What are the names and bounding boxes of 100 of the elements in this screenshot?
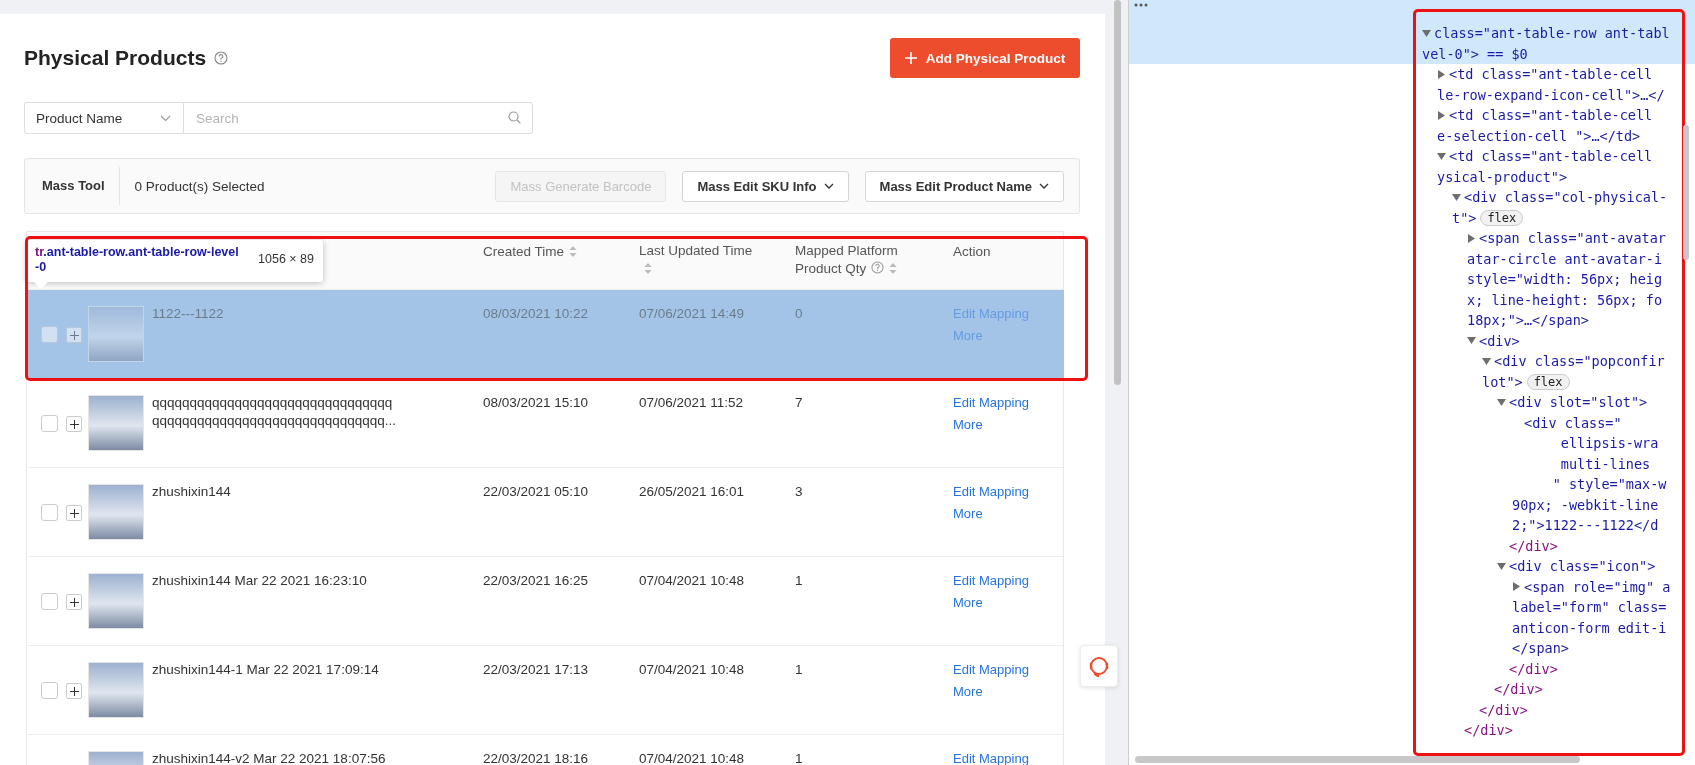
chevron-down-icon (1039, 183, 1049, 189)
table-row[interactable]: zhushixin144 Mar 22 2021 16:23:10 22/03/2021 16:25 07/04/2021 10:48 1 Edit Mapping More (27, 557, 1063, 646)
checkbox[interactable] (41, 415, 58, 432)
mass-action-button[interactable]: Mass Edit SKU Info (682, 170, 849, 202)
action-link[interactable]: More (953, 416, 983, 434)
tree-node[interactable]: <td class="ant-table-cell e-selection-cell ">…</td> (1129, 105, 1695, 146)
code-line: </div> (1509, 536, 1558, 556)
code-line: 90px; -webkit-line (1512, 495, 1659, 515)
code-line: multi-lines (1559, 454, 1651, 474)
search-field[interactable]: Search (184, 102, 533, 134)
product-name: zhushixin144 Mar 22 2021 16:23:10 (152, 572, 368, 590)
checkbox[interactable] (41, 682, 58, 699)
element-size: 1056 × 89 (258, 252, 314, 266)
table-cell-text: 07/04/2021 10:48 (639, 661, 746, 679)
collapsed-triangle-icon[interactable] (1437, 110, 1446, 120)
tree-node[interactable]: <td class="ant-table-cell ysical-product"> (1129, 146, 1695, 187)
action-link[interactable]: More (953, 594, 983, 612)
expanded-triangle-icon[interactable] (1497, 561, 1506, 571)
product-name: zhushixin144-v2 Mar 22 2021 18:07:56 (152, 750, 387, 765)
filter-dropdown[interactable]: Product Name (24, 102, 184, 134)
table-cell-text: 07/06/2021 14:49 (639, 305, 746, 323)
code-line: 2;">1122---1122</d (1512, 516, 1659, 535)
code-line: " style="max-w (1551, 475, 1667, 494)
expand-row-button[interactable] (66, 594, 82, 610)
table-row[interactable]: zhushixin144 22/03/2021 05:10 26/05/2021 16:01 3 Edit Mapping More (27, 468, 1063, 557)
action-link[interactable]: More (953, 505, 983, 523)
tree-node[interactable]: </div> (1129, 535, 1695, 556)
plus-icon (69, 330, 79, 340)
code-line: style="width: 56px; heig (1467, 270, 1663, 289)
expanded-triangle-icon[interactable] (1467, 336, 1476, 346)
expand-row-button[interactable] (66, 416, 82, 432)
code-line: <div class="popconfir (1494, 352, 1665, 371)
table-cell-text: 1 (795, 572, 804, 590)
collapsed-triangle-icon[interactable] (1467, 233, 1476, 243)
table-cell-text: 22/03/2021 05:10 (483, 483, 590, 501)
action-link[interactable]: Edit Mapping (953, 661, 1029, 679)
layout-badge[interactable]: flex (1526, 373, 1570, 390)
mass-action-button[interactable]: Mass Edit Product Name (864, 170, 1064, 202)
column-header[interactable]: Last Updated Time (639, 242, 754, 278)
expand-row-button[interactable] (66, 505, 82, 521)
expanded-triangle-icon[interactable] (1497, 397, 1506, 407)
add-physical-product-button[interactable]: Add Physical Product (890, 38, 1080, 78)
tree-node[interactable]: <span class="ant-avatar atar-circle ant-avatar-i style="width: 56px; heig x; line-height: 56px; fo 18px;">…</span> (1129, 228, 1695, 331)
tree-node[interactable]: <span role="img" a label="form" class= anticon-form edit-i </span> (1129, 576, 1695, 659)
code-line: </span> (1512, 639, 1569, 658)
code-line: <div class="col-physical- (1464, 188, 1668, 207)
expanded-triangle-icon[interactable] (1452, 192, 1461, 202)
table-cell-text: 3 (795, 483, 804, 501)
action-link[interactable]: Edit Mapping (953, 750, 1029, 765)
layout-badge[interactable]: flex (1480, 209, 1524, 226)
table-row[interactable]: zhushixin144-v2 Mar 22 2021 18:07:56 22/03/2021 18:16 07/04/2021 10:48 1 Edit Mapping (27, 735, 1063, 765)
tree-node[interactable]: </div> (1129, 720, 1695, 741)
checkbox[interactable] (41, 504, 58, 521)
scrollbar-thumb[interactable] (1683, 125, 1689, 260)
tree-node[interactable]: class="ant-table-row ant-tabl vel-0"> == $0 (1129, 0, 1695, 64)
plus-icon (904, 52, 917, 64)
code-line: 18px;">…</span> (1467, 311, 1589, 330)
checkbox[interactable] (41, 326, 58, 343)
code-line: le-row-expand-icon-cell">…</ (1437, 85, 1665, 105)
tree-node[interactable]: <div slot="slot"> (1129, 392, 1695, 413)
column-header[interactable]: Mapped Platform Product Qty (795, 242, 910, 278)
code-line: x; line-height: 56px; fo (1467, 290, 1663, 310)
help-icon[interactable] (871, 261, 885, 274)
action-link[interactable]: Edit Mapping (953, 572, 1029, 590)
code-line: <div slot="slot"> (1509, 393, 1648, 412)
action-link[interactable]: Edit Mapping (953, 483, 1029, 501)
tree-node[interactable]: </div> (1129, 699, 1695, 720)
collapsed-triangle-icon[interactable] (1437, 69, 1446, 79)
column-header[interactable]: Created Time (483, 243, 578, 261)
code-line: class="ant-table-row ant-tabl (1434, 24, 1670, 43)
tree-node[interactable]: <td class="ant-table-cell le-row-expand-icon-cell">…</ (1129, 64, 1695, 105)
tree-node[interactable]: <div class=" ellipsis-wra multi-lines " style="max-w 90px; -webkit-line 2;">1122---1122</d (1129, 412, 1695, 536)
expanded-triangle-icon[interactable] (1482, 356, 1491, 366)
checkbox[interactable] (41, 593, 58, 610)
tree-node[interactable]: </div> (1129, 679, 1695, 700)
chat-button[interactable] (1080, 645, 1118, 687)
expanded-triangle-icon[interactable] (1437, 151, 1446, 161)
action-link[interactable]: Edit Mapping (953, 394, 1029, 412)
tree-node[interactable]: <div class="icon"> (1129, 556, 1695, 577)
table-cell-text: 22/03/2021 18:16 (483, 750, 590, 765)
product-name: qqqqqqqqqqqqqqqqqqqqqqqqqqqqqqqqqqqqqqqqqqqqqqqqqqqqqqqqqqqqqqq... (152, 394, 397, 430)
table-cell-text: 0 (795, 305, 804, 323)
tree-node[interactable]: <div class="popconfir lot"> flex (1129, 351, 1695, 392)
scrollbar-thumb[interactable] (1135, 756, 1580, 763)
table-row[interactable]: qqqqqqqqqqqqqqqqqqqqqqqqqqqqqqqqqqqqqqqqqqqqqqqqqqqqqqqqqqqqqqq... 08/03/2021 15:10 07/06/2021 11:52 7 Edit Mapping More (27, 379, 1063, 468)
expand-row-button[interactable] (66, 683, 82, 699)
tree-node[interactable]: <div> (1129, 330, 1695, 351)
action-link[interactable]: More (953, 683, 983, 701)
expanded-triangle-icon[interactable] (1422, 28, 1431, 38)
tree-node[interactable]: </div> (1129, 658, 1695, 679)
help-icon[interactable] (214, 51, 229, 65)
code-line: ysical-product"> (1437, 167, 1568, 187)
table-row[interactable]: zhushixin144-1 Mar 22 2021 17:09:14 22/03/2021 17:13 07/04/2021 10:48 1 Edit Mapping More (27, 646, 1063, 735)
product-name: 1122---1122 (152, 305, 225, 323)
collapsed-triangle-icon[interactable] (1512, 582, 1521, 592)
code-line: </div> (1464, 721, 1513, 740)
code-line: <div> (1479, 331, 1520, 351)
code-line: lot"> (1482, 372, 1523, 392)
scrollbar-thumb[interactable] (1114, 0, 1121, 385)
tree-node[interactable]: <div class="col-physical- t"> flex (1129, 187, 1695, 228)
